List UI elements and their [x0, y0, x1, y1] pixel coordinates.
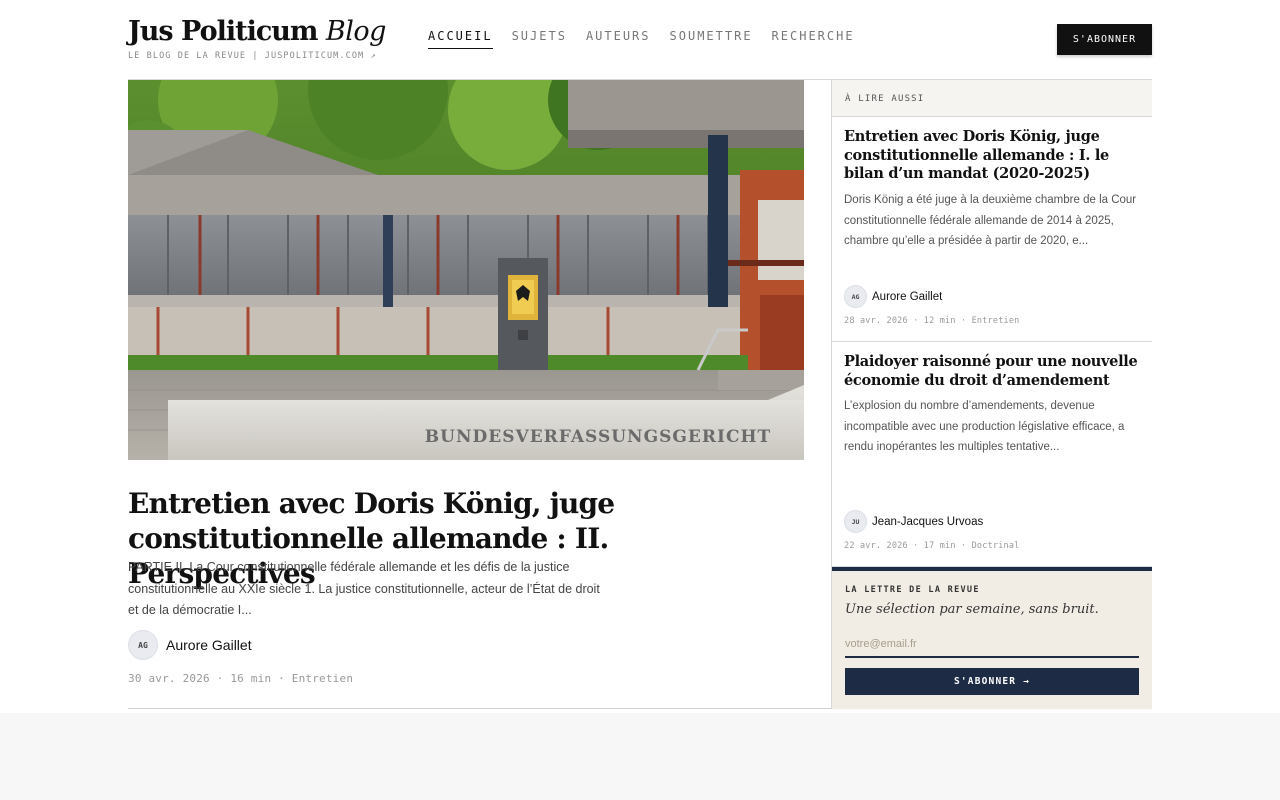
brand-title-italic: Blog	[325, 16, 387, 47]
brand-title[interactable]: Jus Politicum Blog	[128, 14, 386, 50]
nav-soumettre[interactable]: SOUMETTRE	[670, 29, 753, 49]
newsletter-subscribe-button[interactable]: S'ABONNER →	[845, 668, 1139, 695]
avatar: AG	[128, 630, 158, 660]
related-article-meta: 22 avr. 2026 · 17 min · Doctrinal	[844, 541, 1020, 551]
sidebar: À LIRE AUSSI Entretien avec Doris König,…	[831, 80, 1152, 709]
main-article-excerpt: PARTIE II. La Cour constitutionnelle féd…	[128, 560, 600, 617]
newsletter-email-input[interactable]	[845, 631, 1139, 658]
hero-caption: BUNDESVERFASSUNGSGERICHT	[425, 427, 771, 447]
avatar: JU	[844, 510, 867, 533]
newsletter-tagline: Une sélection par semaine, sans bruit.	[845, 602, 1099, 617]
author-name[interactable]: Aurore Gaillet	[166, 637, 252, 653]
newsletter-label: LA LETTRE DE LA REVUE	[845, 585, 980, 595]
related-article-card[interactable]: Entretien avec Doris König, juge constit…	[832, 117, 1152, 342]
related-article-meta: 28 avr. 2026 · 12 min · Entretien	[844, 316, 1020, 326]
nav-auteurs[interactable]: AUTEURS	[586, 29, 651, 49]
sidebar-heading: À LIRE AUSSI	[832, 80, 1152, 117]
newsletter-box: LA LETTRE DE LA REVUE Une sélection par …	[832, 567, 1152, 709]
main-article-meta: 30 avr. 2026 · 16 min · Entretien	[128, 672, 354, 685]
related-article-excerpt: Doris König a été juge à la deuxième cha…	[844, 194, 1137, 247]
subscribe-button[interactable]: S'ABONNER	[1057, 24, 1152, 55]
main-nav: ACCUEIL SUJETS AUTEURS SOUMETTRE RECHERC…	[428, 29, 855, 49]
related-article-title[interactable]: Plaidoyer raisonné pour une nouvelle éco…	[844, 353, 1144, 390]
hero-image[interactable]: BUNDESVERFASSUNGSGERICHT	[128, 80, 804, 460]
author-name[interactable]: Jean-Jacques Urvoas	[872, 516, 983, 528]
nav-recherche[interactable]: RECHERCHE	[772, 29, 855, 49]
author-name[interactable]: Aurore Gaillet	[872, 291, 942, 303]
related-article-author[interactable]: AG Aurore Gaillet	[844, 285, 942, 308]
brand[interactable]: Jus Politicum Blog LE BLOG DE LA REVUE |…	[128, 14, 386, 61]
brand-title-bold: Jus Politicum	[128, 16, 318, 47]
nav-accueil[interactable]: ACCUEIL	[428, 29, 493, 49]
related-article-card[interactable]: Plaidoyer raisonné pour une nouvelle éco…	[832, 342, 1152, 567]
main-article-author[interactable]: AG Aurore Gaillet	[128, 630, 252, 660]
hero-illustration: BUNDESVERFASSUNGSGERICHT	[128, 80, 804, 460]
content-divider	[128, 708, 831, 709]
page: Jus Politicum Blog LE BLOG DE LA REVUE |…	[0, 0, 1280, 713]
nav-sujets[interactable]: SUJETS	[512, 29, 567, 49]
related-article-title[interactable]: Entretien avec Doris König, juge constit…	[844, 128, 1144, 184]
related-article-author[interactable]: JU Jean-Jacques Urvoas	[844, 510, 983, 533]
brand-subtitle-link[interactable]: LE BLOG DE LA REVUE | JUSPOLITICUM.COM ↗	[128, 51, 386, 61]
avatar: AG	[844, 285, 867, 308]
related-article-excerpt: L’explosion du nombre d’amendements, dev…	[844, 400, 1125, 453]
